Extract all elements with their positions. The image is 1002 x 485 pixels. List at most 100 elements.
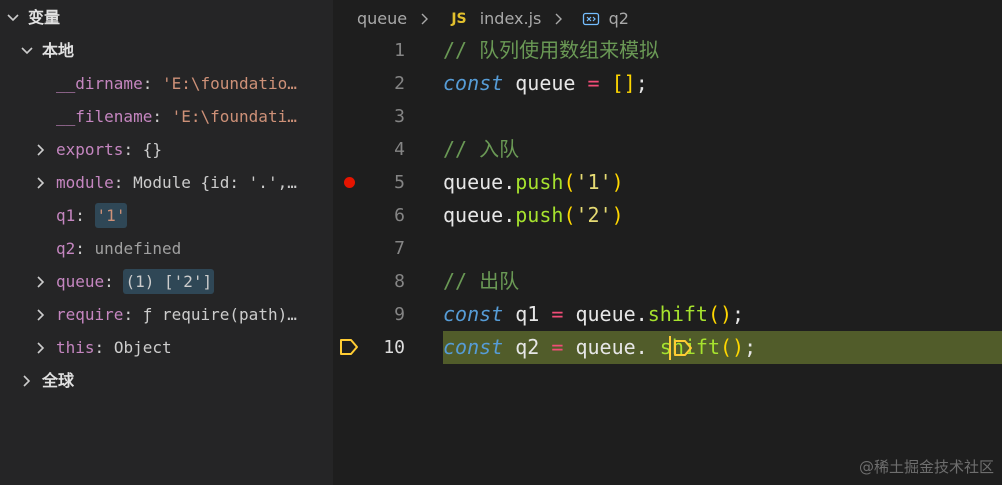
inline-breakpoint-icon[interactable]: [673, 339, 693, 361]
punctuation-token: ;: [744, 335, 757, 359]
method-token: push: [515, 170, 564, 194]
variable-colon: :: [75, 206, 85, 225]
punctuation-token: .: [503, 170, 516, 194]
line-number[interactable]: 3: [333, 100, 405, 133]
breadcrumb: queue JS index.js q2: [357, 0, 629, 36]
string-token: '1': [575, 170, 612, 194]
variable-row[interactable]: __filename: 'E:\foundati…: [0, 100, 333, 133]
variable-value: 'E:\foundati…: [171, 107, 297, 126]
identifier-token: q1: [503, 302, 552, 326]
chevron-right-icon: [20, 364, 34, 397]
punctuation-token: ;: [732, 302, 745, 326]
local-scope-header[interactable]: 本地: [0, 34, 333, 67]
bracket-token: ): [611, 170, 624, 194]
variable-value: ƒ require(path)…: [142, 305, 297, 324]
variable-row[interactable]: q1: '1': [0, 199, 333, 232]
code-content[interactable]: const q1 = queue.shift();: [443, 298, 744, 331]
variable-row-expandable[interactable]: module: Module {id: '.',…: [0, 166, 333, 199]
variable-row-expandable[interactable]: require: ƒ require(path)…: [0, 298, 333, 331]
code-content[interactable]: const queue = [];: [443, 67, 648, 100]
operator-token: =: [551, 302, 564, 326]
variable-name: __filename: [56, 107, 153, 126]
line-number[interactable]: 10: [333, 331, 405, 364]
variable-row-expandable[interactable]: queue: (1) ['2']: [0, 265, 333, 298]
identifier-token: queue: [443, 203, 504, 227]
bracket-token: (): [720, 335, 745, 359]
string-token: '2': [575, 203, 612, 227]
global-scope-title: 全球: [42, 371, 75, 390]
bracket-token: (): [707, 302, 733, 326]
identifier-token: queue: [503, 71, 588, 95]
variable-name: __dirname: [56, 74, 143, 93]
variables-title: 变量: [28, 8, 61, 27]
code-content[interactable]: // 队列使用数组来模拟: [443, 34, 659, 67]
chevron-down-icon: [20, 34, 34, 67]
code-line: 1 // 队列使用数组来模拟: [333, 34, 1002, 67]
code-line: 6 queue.push('2'): [333, 199, 1002, 232]
local-scope-title: 本地: [42, 41, 75, 60]
operator-token: =: [551, 335, 564, 359]
keyword-token: const: [443, 335, 504, 359]
line-number[interactable]: 6: [333, 199, 405, 232]
chevron-right-icon: [546, 12, 566, 26]
variable-colon: :: [75, 239, 85, 258]
breadcrumb-folder[interactable]: queue: [357, 1, 407, 37]
punctuation-token: ;: [635, 71, 648, 95]
chevron-right-icon[interactable]: [34, 265, 48, 298]
identifier-token: queue: [443, 170, 504, 194]
code-content[interactable]: // 入队: [443, 133, 519, 166]
breadcrumb-file[interactable]: index.js: [480, 1, 542, 37]
line-number[interactable]: 4: [333, 133, 405, 166]
variable-row[interactable]: __dirname: 'E:\foundatio…: [0, 67, 333, 100]
keyword-token: const: [443, 302, 504, 326]
chevron-right-icon[interactable]: [34, 298, 48, 331]
variable-value-changed: '1': [94, 203, 128, 228]
line-number[interactable]: 8: [333, 265, 405, 298]
breadcrumb-symbol[interactable]: q2: [609, 1, 629, 37]
line-number[interactable]: 1: [333, 34, 405, 67]
variable-row-expandable[interactable]: this: Object: [0, 331, 333, 364]
code-content[interactable]: const q2 = queue. shift();: [443, 331, 756, 364]
variable-symbol-icon: [572, 12, 604, 26]
variable-colon: :: [113, 173, 124, 192]
code-line: 2 const queue = [];: [333, 67, 1002, 100]
chevron-right-icon: [412, 12, 434, 26]
chevron-right-icon[interactable]: [34, 166, 48, 199]
code-content[interactable]: queue.push('1'): [443, 166, 624, 199]
keyword-token: const: [443, 71, 504, 95]
line-number[interactable]: 7: [333, 232, 405, 265]
chevron-right-icon[interactable]: [34, 331, 48, 364]
bracket-token: ): [611, 203, 624, 227]
line-number[interactable]: 2: [333, 67, 405, 100]
variable-colon: :: [142, 74, 153, 93]
variable-value-changed: (1) ['2']: [123, 269, 215, 294]
line-number[interactable]: 5: [333, 166, 405, 199]
variable-name: q1: [56, 206, 76, 225]
variables-header[interactable]: 变量: [0, 1, 333, 34]
identifier-token: queue.: [563, 335, 648, 359]
global-scope-header[interactable]: 全球: [0, 364, 333, 397]
code-line: 5 queue.push('1'): [333, 166, 1002, 199]
variable-name: this: [56, 338, 95, 357]
variables-panel: 变量 本地 __dirname: 'E:\foundatio… __filena…: [0, 0, 333, 485]
variable-name: q2: [56, 239, 76, 258]
punctuation-token: .: [503, 203, 516, 227]
comment-token: // 入队: [443, 137, 520, 161]
variable-row[interactable]: q2: undefined: [0, 232, 333, 265]
operator-token: =: [587, 71, 600, 95]
code-editor: queue JS index.js q2 1 // 队列使用数组来模拟 2 co…: [333, 0, 1002, 485]
method-token: shift: [647, 302, 708, 326]
variable-colon: :: [94, 338, 105, 357]
identifier-token: q2: [503, 335, 552, 359]
variable-row-expandable[interactable]: exports: {}: [0, 133, 333, 166]
chevron-right-icon[interactable]: [34, 133, 48, 166]
variable-value: Object: [113, 338, 172, 357]
line-number[interactable]: 9: [333, 298, 405, 331]
code-line-current: 10 const q2 = queue. shift();: [333, 331, 1002, 364]
code-content[interactable]: queue.push('2'): [443, 199, 624, 232]
code-content[interactable]: // 出队: [443, 265, 519, 298]
code-line: 8 // 出队: [333, 265, 1002, 298]
variable-value: Module {id: '.',…: [133, 173, 297, 192]
watermark: @稀土掘金技术社区: [858, 458, 994, 476]
